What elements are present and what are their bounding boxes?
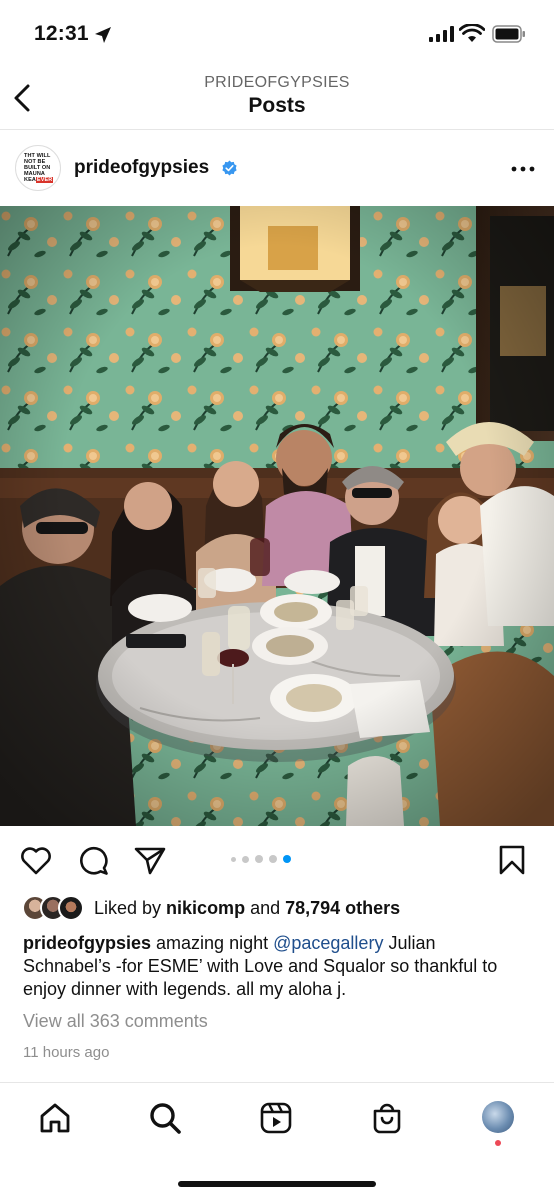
profile-avatar[interactable] (482, 1101, 514, 1133)
nav-header: PRIDEOFGYPSIES Posts (0, 66, 554, 130)
post-author-avatar[interactable]: THT WILL NOT BE BUILT ON MAUNA KEAEVER (15, 145, 61, 191)
post-header: THT WILL NOT BE BUILT ON MAUNA KEAEVER p… (0, 131, 554, 206)
heart-icon[interactable] (19, 844, 53, 876)
status-time: 12:31 (34, 22, 89, 45)
bookmark-icon[interactable] (496, 844, 528, 876)
comment-icon[interactable] (77, 844, 111, 876)
post-timestamp: 11 hours ago (23, 1044, 110, 1061)
likes-text: Liked by nikicomp and 78,794 others (94, 897, 401, 918)
reels-icon[interactable] (259, 1101, 293, 1135)
page-subtitle: PRIDEOFGYPSIES (204, 74, 350, 91)
more-icon[interactable] (508, 164, 538, 174)
post-username[interactable]: prideofgypsies (74, 157, 209, 179)
status-bar: 12:31 (0, 0, 554, 66)
caption-mention[interactable]: @pacegallery (273, 933, 383, 953)
verified-icon (222, 160, 237, 176)
post-caption: prideofgypsies amazing night @pacegaller… (23, 933, 498, 999)
view-comments-link[interactable]: View all 363 comments (23, 1011, 208, 1032)
search-icon[interactable] (148, 1101, 182, 1135)
post-photo[interactable] (0, 206, 554, 826)
signal-icon (429, 26, 454, 42)
battery-icon (492, 25, 525, 43)
wifi-icon (459, 24, 485, 42)
shop-icon[interactable] (370, 1101, 404, 1135)
liker-avatars (22, 895, 86, 921)
home-icon[interactable] (38, 1101, 72, 1135)
location-arrow-icon (95, 27, 111, 43)
likes-count[interactable]: 78,794 others (285, 898, 400, 918)
likes-row[interactable]: Liked by nikicomp and 78,794 others (22, 894, 400, 922)
page-title: Posts (248, 94, 306, 117)
carousel-indicator (231, 855, 291, 863)
caption-username[interactable]: prideofgypsies (23, 933, 151, 953)
tab-bar (0, 1082, 554, 1200)
notification-dot (495, 1140, 501, 1146)
post-actions (0, 826, 554, 892)
home-indicator (178, 1181, 376, 1187)
share-icon[interactable] (133, 844, 167, 876)
liker-username[interactable]: nikicomp (166, 898, 245, 918)
